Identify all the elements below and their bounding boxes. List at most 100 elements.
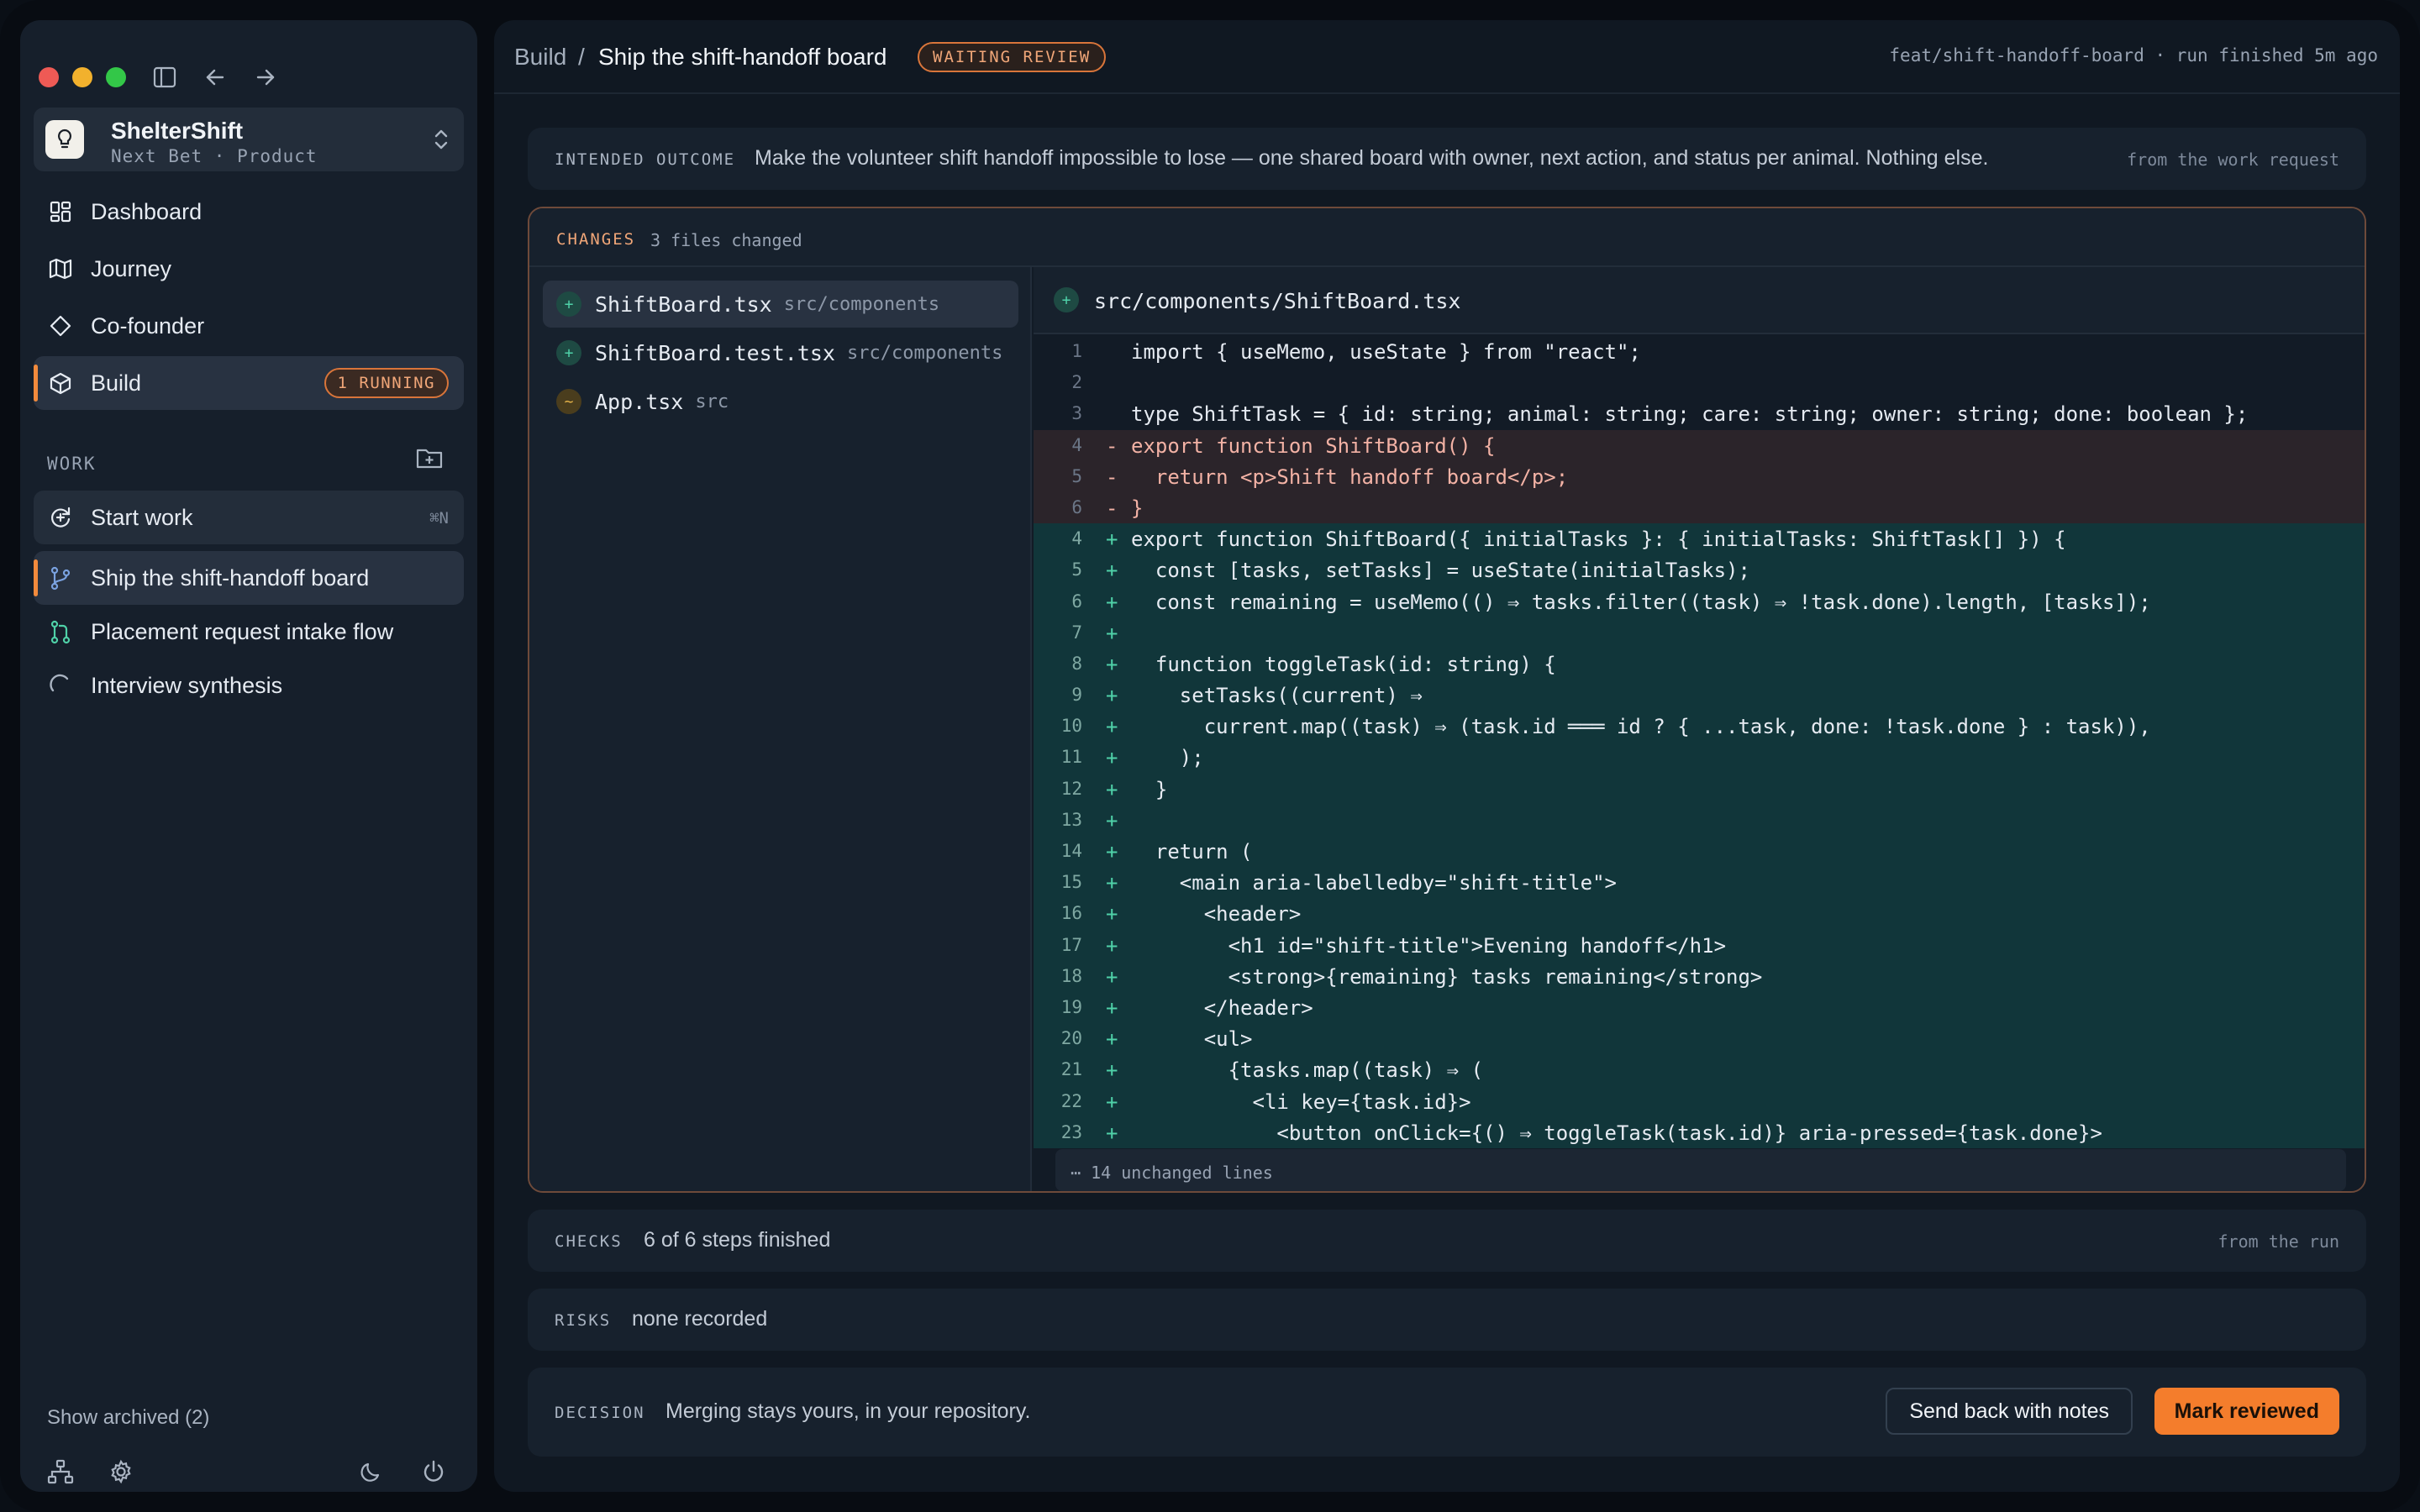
checks-label: CHECKS <box>555 1232 623 1251</box>
decision-label: DECISION <box>555 1404 645 1422</box>
diff-line: 9 + setTasks((current) ⇒ <box>1034 680 2365 711</box>
code-text: } <box>1131 777 1168 801</box>
unchanged-lines-toggle[interactable]: ⋯ 14 unchanged lines <box>1055 1149 2346 1191</box>
diff-line: 2 <box>1034 367 2365 398</box>
diff-sign: + <box>1106 684 1118 708</box>
diff-line: 23 + <button onClick={() ⇒ toggleTask(tas… <box>1034 1116 2365 1148</box>
power-icon[interactable] <box>418 1457 449 1487</box>
app-window: ShelterShift Next Bet · Product Dashboar… <box>0 0 2420 1512</box>
line-number: 5 <box>1071 465 1082 486</box>
start-work-button[interactable]: Start work ⌘N <box>34 491 464 544</box>
diff-header: + src/components/ShiftBoard.tsx <box>1034 267 2365 334</box>
diamond-icon <box>47 312 74 339</box>
nav-co-founder[interactable]: Co-founder <box>34 299 464 353</box>
workspace-switcher[interactable]: ShelterShift Next Bet · Product <box>34 108 464 171</box>
diff-line: 20 + <ul> <box>1034 1023 2365 1055</box>
minimize-window-button[interactable] <box>72 67 92 87</box>
work-item-ship-shift-handoff[interactable]: Ship the shift-handoff board <box>34 551 464 605</box>
line-number: 12 <box>1060 778 1082 799</box>
nav-label: Journey <box>91 255 172 281</box>
added-file-icon: + <box>556 291 581 317</box>
outcome-source: from the work request <box>2127 150 2339 170</box>
diff-line: 8 + function toggleTask(id: string) { <box>1034 648 2365 680</box>
close-window-button[interactable] <box>39 67 59 87</box>
nav-journey[interactable]: Journey <box>34 242 464 296</box>
moon-icon[interactable] <box>356 1457 387 1487</box>
diff-line: 4 + export function ShiftBoard({ initialTa… <box>1034 523 2365 555</box>
nav-dashboard[interactable]: Dashboard <box>34 185 464 239</box>
forward-arrow-icon[interactable] <box>249 60 282 94</box>
code-text: {tasks.map((task) ⇒ ( <box>1131 1058 1484 1083</box>
line-number: 21 <box>1060 1059 1082 1080</box>
diff-line: 14 + return ( <box>1034 836 2365 868</box>
code-text: } <box>1131 496 1144 520</box>
diff-sign: + <box>1106 559 1118 583</box>
line-number: 20 <box>1060 1028 1082 1049</box>
code-text: function toggleTask(id: string) { <box>1131 652 1556 676</box>
line-number: 19 <box>1060 996 1082 1017</box>
file-list: + ShiftBoard.tsx src/components + ShiftB… <box>529 267 1032 1191</box>
gear-icon[interactable] <box>106 1457 136 1487</box>
file-name: ShiftBoard.test.tsx <box>595 340 835 365</box>
code-text: <strong>{remaining} tasks remaining</str… <box>1131 964 1763 989</box>
risks-text: none recorded <box>632 1307 768 1331</box>
line-number: 7 <box>1071 622 1082 643</box>
diff-sign: - <box>1106 496 1118 520</box>
line-number: 16 <box>1060 903 1082 924</box>
code-text: import { useMemo, useState } from "react… <box>1131 340 1641 364</box>
diff-line: 4 - export function ShiftBoard() { <box>1034 429 2365 461</box>
diff-sign: + <box>1106 652 1118 676</box>
changes-panel: CHANGES 3 files changed + ShiftBoard.tsx… <box>528 207 2366 1193</box>
nav-label: Dashboard <box>91 198 203 224</box>
diff-sign: + <box>1106 621 1118 645</box>
added-file-icon: + <box>1054 287 1079 312</box>
file-item-shiftboard-test[interactable]: + ShiftBoard.test.tsx src/components <box>543 329 1018 376</box>
decision-text: Merging stays yours, in your repository. <box>666 1399 1031 1423</box>
keyboard-shortcut: ⌘N <box>429 509 449 528</box>
file-item-app[interactable]: ~ App.tsx src <box>543 378 1018 425</box>
work-item-interview-synthesis[interactable]: Interview synthesis <box>34 659 464 712</box>
nav-build[interactable]: Build 1 RUNNING <box>34 356 464 410</box>
work-section-label: WORK <box>47 454 97 474</box>
mark-reviewed-button[interactable]: Mark reviewed <box>2154 1388 2339 1435</box>
branch-icon <box>47 564 74 591</box>
diff-file-path: src/components/ShiftBoard.tsx <box>1094 289 1461 313</box>
risks-label: RISKS <box>555 1311 612 1330</box>
breadcrumb-root[interactable]: Build <box>514 44 566 71</box>
risks-panel: RISKS none recorded <box>528 1289 2366 1351</box>
diff-sign: + <box>1106 1027 1118 1052</box>
breadcrumb-separator: / <box>578 44 585 70</box>
zoom-window-button[interactable] <box>106 67 126 87</box>
diff-line: 3 type ShiftTask = { id: string; animal: … <box>1034 398 2365 429</box>
diff-sign: + <box>1106 1058 1118 1083</box>
file-item-shiftboard[interactable]: + ShiftBoard.tsx src/components <box>543 281 1018 328</box>
diff-line: 1 import { useMemo, useState } from "reac… <box>1034 336 2365 367</box>
code-text: <button onClick={() ⇒ toggleTask(task.id… <box>1131 1121 2102 1145</box>
file-name: ShiftBoard.tsx <box>595 291 772 317</box>
send-back-button[interactable]: Send back with notes <box>1886 1388 2133 1435</box>
spinner-icon <box>47 672 74 699</box>
show-archived-link[interactable]: Show archived (2) <box>47 1406 209 1430</box>
cube-icon <box>47 370 74 396</box>
diff-sign: + <box>1106 995 1118 1020</box>
work-item-label: Placement request intake flow <box>91 618 394 644</box>
decision-panel: DECISION Merging stays yours, in your re… <box>528 1368 2366 1457</box>
sidebar-toggle-icon[interactable] <box>148 60 182 94</box>
line-number: 23 <box>1060 1121 1082 1142</box>
diff-line: 5 - return <p>Shift handoff board</p>; <box>1034 460 2365 492</box>
diff-sign: + <box>1106 777 1118 801</box>
new-folder-icon[interactable] <box>415 445 444 475</box>
line-number: 2 <box>1071 372 1082 393</box>
refresh-plus-icon <box>47 504 74 531</box>
intended-outcome-panel: INTENDED OUTCOME Make the volunteer shif… <box>528 128 2366 190</box>
code-text: return ( <box>1131 840 1253 864</box>
file-path: src/components <box>783 293 940 315</box>
diff-sign: + <box>1106 746 1118 770</box>
files-changed-count: 3 files changed <box>650 230 802 250</box>
back-arrow-icon[interactable] <box>198 60 232 94</box>
line-number: 17 <box>1060 934 1082 955</box>
work-item-label: Ship the shift-handoff board <box>91 564 370 591</box>
sitemap-icon[interactable] <box>45 1457 76 1487</box>
work-item-placement-request[interactable]: Placement request intake flow <box>34 605 464 659</box>
diff-sign: + <box>1106 964 1118 989</box>
